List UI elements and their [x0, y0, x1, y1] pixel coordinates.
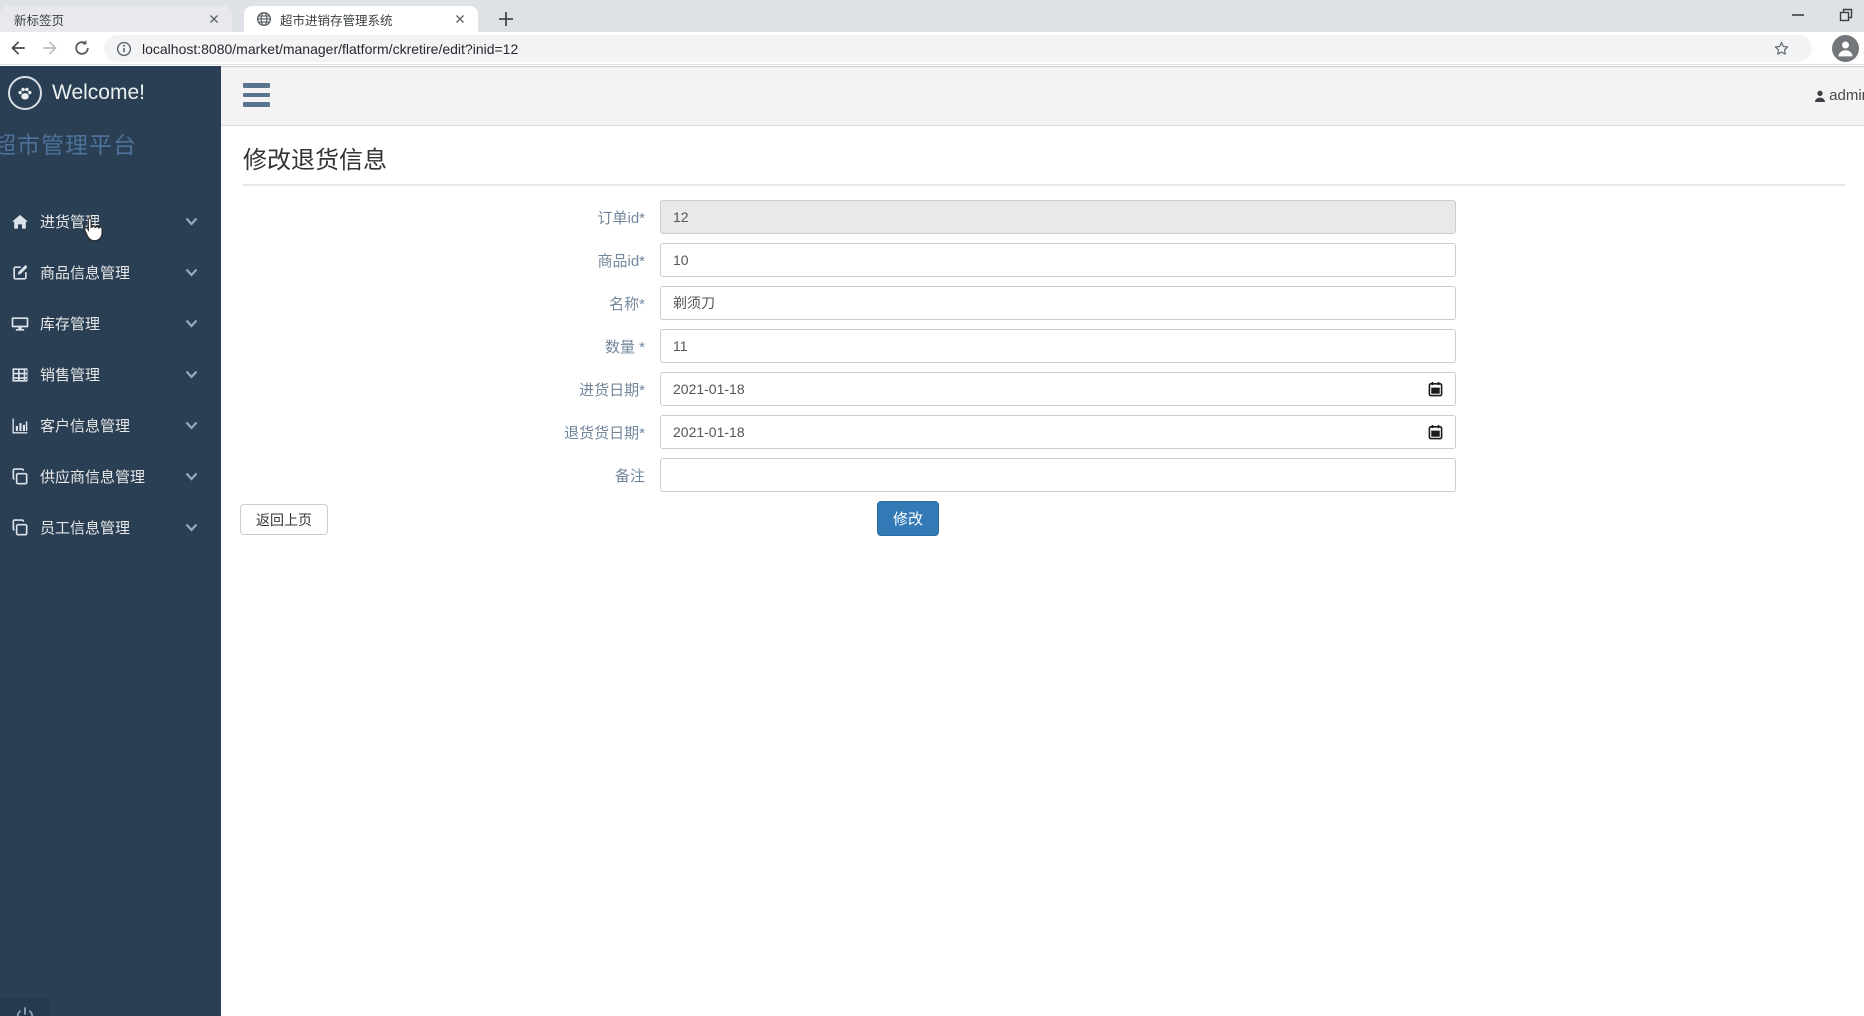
field-label: 退货货日期*	[564, 424, 645, 442]
window-minimize-icon[interactable]	[1776, 0, 1820, 30]
platform-title: 超市管理平台	[0, 132, 137, 158]
sidebar-item-supplier-info-mgmt[interactable]: 供应商信息管理	[0, 451, 221, 502]
user-icon	[1815, 90, 1826, 102]
new-tab-icon[interactable]	[494, 7, 518, 31]
field-label: 商品id*	[597, 252, 645, 270]
browser-toolbar: localhost:8080/market/manager/flatform/c…	[0, 32, 1864, 65]
top-navbar: admin	[221, 66, 1864, 126]
chevron-down-icon	[185, 421, 198, 430]
logout-button[interactable]	[0, 998, 50, 1016]
form-row-name: 名称*	[221, 286, 1864, 320]
welcome-text: Welcome!	[52, 81, 145, 104]
address-bar[interactable]: localhost:8080/market/manager/flatform/c…	[104, 35, 1812, 62]
chevron-down-icon	[185, 217, 198, 226]
edit-icon	[13, 264, 28, 280]
form-row-return-date: 退货货日期* 2021-01-18	[221, 415, 1864, 449]
chevron-down-icon	[185, 472, 198, 481]
browser-tab-strip: 新标签页 超市进销存管理系统	[0, 0, 1864, 32]
form-row-order-id: 订单id*	[221, 200, 1864, 234]
chevron-down-icon	[185, 523, 198, 532]
product-id-field[interactable]	[660, 243, 1456, 277]
sidebar-item-sales-mgmt[interactable]: 销售管理	[0, 349, 221, 400]
name-field[interactable]	[660, 286, 1456, 320]
home-icon	[12, 214, 28, 229]
username-text: admin	[1829, 87, 1864, 104]
sidebar: Welcome! 超市管理平台 进货管理 商品信息管理 库存管理 销售管理 客户…	[0, 66, 221, 1016]
reload-icon[interactable]	[72, 38, 92, 58]
copy-icon	[12, 467, 28, 484]
remark-field[interactable]	[660, 458, 1456, 492]
chevron-down-icon	[185, 268, 198, 277]
order-id-field[interactable]	[660, 200, 1456, 234]
content-panel: 修改退货信息 订单id* 商品id* 名称*	[221, 127, 1864, 1016]
browser-tab-newtab[interactable]: 新标签页	[0, 6, 232, 32]
field-label: 备注	[614, 467, 645, 485]
mouse-cursor	[84, 217, 103, 242]
sidebar-item-purchase-mgmt[interactable]: 进货管理	[0, 196, 221, 247]
tab-close-icon[interactable]	[206, 11, 222, 27]
form-row-purchase-date: 进货日期* 2021-01-18	[221, 372, 1864, 406]
menu-toggle-icon[interactable]	[243, 83, 270, 109]
page-info-icon[interactable]	[116, 41, 132, 57]
power-icon	[16, 1007, 34, 1016]
purchase-date-field[interactable]: 2021-01-18	[660, 372, 1456, 406]
globe-favicon-icon	[256, 11, 272, 27]
copy-icon	[12, 518, 28, 535]
browser-tab-active[interactable]: 超市进销存管理系统	[244, 6, 478, 32]
main-area: admin 修改退货信息 订单id* 商品id*	[221, 66, 1864, 1016]
table-icon	[12, 367, 28, 382]
tab-title: 超市进销存管理系统	[280, 13, 393, 28]
calendar-icon[interactable]	[1428, 424, 1443, 440]
sidebar-item-customer-info-mgmt[interactable]: 客户信息管理	[0, 400, 221, 451]
sidebar-menu: 进货管理 商品信息管理 库存管理 销售管理 客户信息管理 供应商信息管理 员工信…	[0, 196, 221, 553]
chevron-down-icon	[185, 319, 198, 328]
forward-icon[interactable]	[40, 38, 60, 58]
field-label: 名称*	[609, 295, 645, 313]
paw-icon	[8, 76, 42, 110]
field-label: 数量 *	[604, 338, 645, 356]
form-row-quantity: 数量 *	[221, 329, 1864, 363]
form-row-product-id: 商品id*	[221, 243, 1864, 277]
window-restore-icon[interactable]	[1824, 0, 1864, 30]
url-text[interactable]: localhost:8080/market/manager/flatform/c…	[142, 41, 518, 57]
chevron-down-icon	[185, 370, 198, 379]
form-actions: 返回上页 修改	[221, 501, 1864, 543]
submit-button[interactable]: 修改	[877, 501, 940, 536]
calendar-icon[interactable]	[1428, 381, 1443, 397]
back-button[interactable]: 返回上页	[240, 504, 328, 535]
bookmark-star-icon[interactable]	[1773, 40, 1790, 57]
sidebar-item-inventory-mgmt[interactable]: 库存管理	[0, 298, 221, 349]
sidebar-item-employee-info-mgmt[interactable]: 员工信息管理	[0, 502, 221, 553]
tab-close-icon[interactable]	[452, 11, 468, 27]
return-date-field[interactable]: 2021-01-18	[660, 415, 1456, 449]
form-row-remark: 备注	[221, 458, 1864, 492]
page-title: 修改退货信息	[243, 140, 1845, 186]
sidebar-brand: Welcome!	[8, 76, 145, 110]
app-window: Welcome! 超市管理平台 进货管理 商品信息管理 库存管理 销售管理 客户…	[0, 66, 1864, 1016]
quantity-field[interactable]	[660, 329, 1456, 363]
bar-chart-icon	[12, 418, 28, 433]
back-icon[interactable]	[8, 38, 28, 58]
desktop-icon	[11, 316, 29, 331]
edit-return-form: 订单id* 商品id* 名称*	[221, 200, 1864, 543]
user-menu[interactable]: admin	[1812, 87, 1864, 104]
tab-title: 新标签页	[14, 13, 65, 28]
sidebar-item-product-info-mgmt[interactable]: 商品信息管理	[0, 247, 221, 298]
field-label: 订单id*	[597, 209, 645, 227]
field-label: 进货日期*	[579, 381, 645, 399]
browser-profile-avatar[interactable]	[1832, 35, 1859, 62]
